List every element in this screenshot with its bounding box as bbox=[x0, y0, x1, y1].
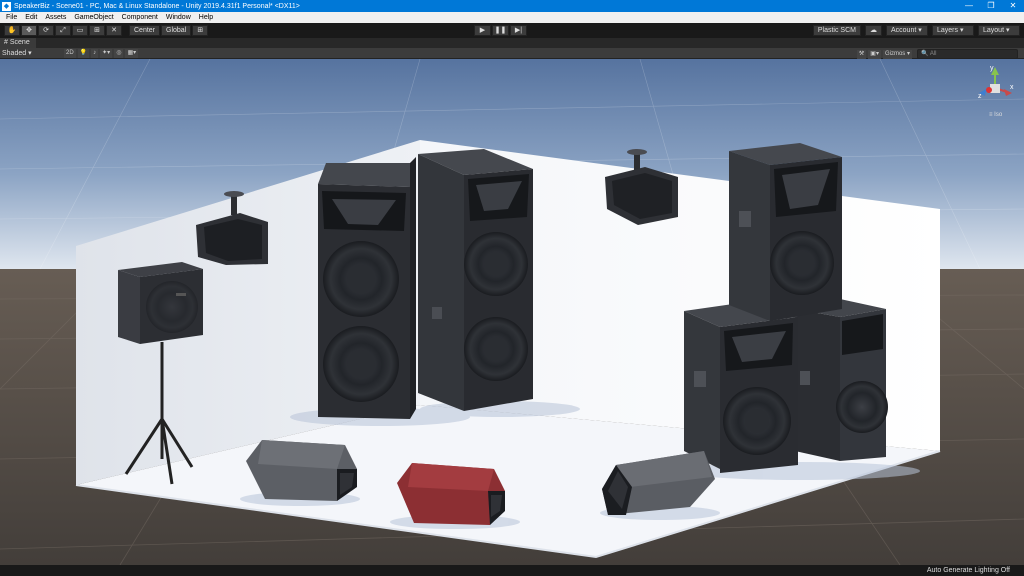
status-bar: Auto Generate Lighting Off bbox=[0, 565, 1024, 576]
pivot-label: Center bbox=[134, 27, 156, 34]
scene-tab-icon: # bbox=[4, 39, 8, 46]
unity-logo-icon: ◆ bbox=[2, 1, 11, 11]
shading-mode-dropdown[interactable]: Shaded ▾ bbox=[0, 49, 64, 57]
menu-edit[interactable]: Edit bbox=[25, 14, 37, 21]
window-title: SpeakerBiz - Scene01 - PC, Mac & Linux S… bbox=[14, 2, 300, 10]
account-dropdown[interactable]: Account ▾ bbox=[886, 25, 928, 36]
hand-tool-icon[interactable]: ✋ bbox=[4, 25, 20, 36]
play-button[interactable]: ▶ bbox=[474, 25, 491, 36]
transform-tool-icon[interactable]: ⊞ bbox=[89, 25, 105, 36]
menu-bar: File Edit Assets GameObject Component Wi… bbox=[0, 12, 1024, 23]
lighting-status: Auto Generate Lighting Off bbox=[926, 567, 1010, 574]
pivot-rotation-button[interactable]: Global bbox=[161, 25, 192, 36]
scene-tab-bar: # Scene bbox=[0, 38, 1024, 48]
menu-window[interactable]: Window bbox=[166, 14, 191, 21]
toolbar-right: Plastic SCM ☁ Account ▾ Layers ▾ Layout … bbox=[809, 25, 1020, 36]
scene-viewport[interactable]: y x z ≡ Iso bbox=[0, 59, 1024, 565]
window-controls: — ❐ ✕ bbox=[958, 0, 1024, 12]
hidden-objects-icon[interactable]: ◎ bbox=[114, 48, 124, 58]
layout-dropdown[interactable]: Layout ▾ bbox=[978, 25, 1020, 36]
layers-label: Layers bbox=[937, 27, 959, 34]
scene-render: y x z ≡ Iso bbox=[0, 59, 1024, 565]
floor-monitor-gray-left[interactable] bbox=[246, 440, 357, 501]
tools-icon[interactable]: ⚒ bbox=[856, 49, 867, 59]
scene-search-input[interactable]: 🔍 All bbox=[917, 49, 1018, 59]
space-label: Global bbox=[166, 27, 187, 34]
effects-dropdown-icon[interactable]: ✦▾ bbox=[100, 48, 113, 58]
audio-toggle-icon[interactable]: ♪ bbox=[91, 48, 99, 58]
maximize-button[interactable]: ❐ bbox=[980, 0, 1002, 12]
floor-speaker-right-back[interactable] bbox=[795, 299, 888, 461]
tall-speaker-1[interactable] bbox=[318, 157, 416, 419]
menu-file[interactable]: File bbox=[6, 14, 17, 21]
camera-dropdown-icon[interactable]: ▣▾ bbox=[868, 49, 881, 59]
cloud-icon[interactable]: ☁ bbox=[865, 25, 882, 36]
2d-toggle-button[interactable]: 2D bbox=[64, 48, 76, 58]
move-tool-icon[interactable]: ✥ bbox=[21, 25, 37, 36]
floor-speaker-right-front[interactable] bbox=[684, 303, 798, 473]
grid-toggle-icon[interactable]: ▦▾ bbox=[125, 48, 139, 58]
tab-scene[interactable]: # Scene bbox=[0, 38, 36, 48]
menu-help[interactable]: Help bbox=[199, 14, 213, 21]
minimize-button[interactable]: — bbox=[958, 0, 980, 12]
shading-mode-label: Shaded bbox=[2, 50, 27, 57]
pause-button[interactable]: ❚❚ bbox=[492, 25, 509, 36]
close-button[interactable]: ✕ bbox=[1002, 0, 1024, 12]
stacked-top-speaker[interactable] bbox=[729, 143, 842, 321]
gizmo-y-label: y bbox=[990, 65, 994, 72]
rect-tool-icon[interactable]: ▭ bbox=[72, 25, 88, 36]
scale-tool-icon[interactable]: ⤢ bbox=[55, 25, 71, 36]
gizmos-dropdown[interactable]: Gizmos ▾ bbox=[882, 49, 912, 59]
custom-tool-icon[interactable]: ✕ bbox=[106, 25, 122, 36]
plastic-scm-button[interactable]: Plastic SCM bbox=[812, 25, 861, 36]
search-placeholder: All bbox=[929, 51, 937, 57]
lighting-toggle-icon[interactable]: 💡 bbox=[77, 48, 90, 58]
gizmo-z-label: z bbox=[978, 93, 982, 100]
floor-monitor-red[interactable] bbox=[397, 463, 505, 525]
pivot-mode-button[interactable]: Center bbox=[129, 25, 161, 36]
account-label: Account bbox=[891, 27, 917, 34]
scene-tab-label: Scene bbox=[9, 39, 30, 46]
scene-view-toolbar: Shaded ▾ 2D 💡 ♪ ✦▾ ◎ ▦▾ ⚒ ▣▾ Gizmos ▾ 🔍 … bbox=[0, 48, 1024, 59]
scene-view-right: ⚒ ▣▾ Gizmos ▾ 🔍 All bbox=[856, 49, 1018, 59]
step-button[interactable]: ▶| bbox=[510, 25, 527, 36]
gizmo-x-label: x bbox=[1010, 84, 1014, 91]
tall-speaker-2[interactable] bbox=[418, 149, 533, 411]
main-toolbar: ✋ ✥ ⟳ ⤢ ▭ ⊞ ✕ Center Global ⊞ ▶ ❚❚ ▶| Pl… bbox=[0, 23, 1024, 38]
projection-label[interactable]: ≡ Iso bbox=[989, 112, 1003, 118]
menu-gameobject[interactable]: GameObject bbox=[74, 14, 113, 21]
gizmos-label: Gizmos bbox=[884, 50, 906, 57]
rotate-tool-icon[interactable]: ⟳ bbox=[38, 25, 54, 36]
snap-grid-icon[interactable]: ⊞ bbox=[192, 25, 209, 36]
layout-label: Layout bbox=[983, 27, 1005, 34]
window-titlebar: ◆ SpeakerBiz - Scene01 - PC, Mac & Linux… bbox=[0, 0, 1024, 12]
menu-component[interactable]: Component bbox=[122, 14, 158, 21]
layers-dropdown[interactable]: Layers ▾ bbox=[932, 25, 974, 36]
play-controls: ▶ ❚❚ ▶| bbox=[474, 25, 528, 36]
menu-assets[interactable]: Assets bbox=[45, 14, 66, 21]
